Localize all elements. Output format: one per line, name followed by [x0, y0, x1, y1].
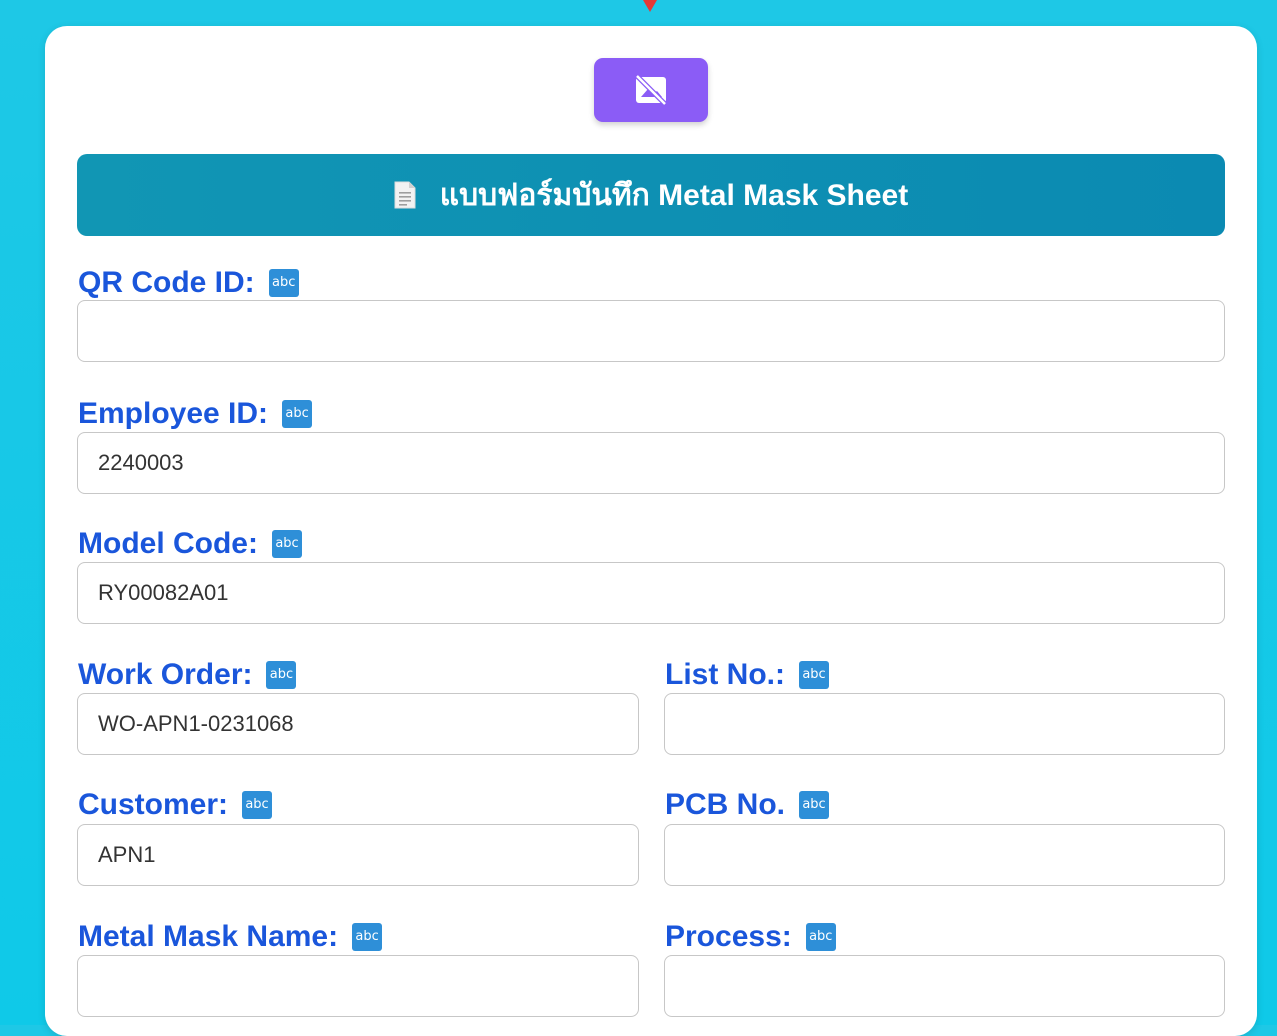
list-no-label: List No.: abc [665, 658, 829, 692]
employee-id-input[interactable] [77, 432, 1225, 494]
process-label: Process: abc [665, 920, 836, 954]
model-code-input[interactable] [77, 562, 1225, 624]
process-input[interactable] [664, 955, 1225, 1017]
text-type-badge-icon: abc [268, 269, 299, 297]
text-type-badge-icon: abc [352, 923, 383, 951]
text-type-badge-icon: abc [799, 661, 829, 689]
metal-mask-name-input[interactable] [77, 955, 639, 1017]
qr-code-id-input[interactable] [77, 300, 1225, 362]
employee-id-label: Employee ID: abc [78, 397, 313, 431]
pcb-no-label: PCB No. abc [665, 788, 829, 822]
video-off-icon [633, 73, 669, 107]
text-type-badge-icon: abc [282, 400, 313, 428]
text-type-badge-icon: abc [805, 923, 836, 951]
pcb-no-input[interactable] [664, 824, 1225, 886]
qr-code-id-label: QR Code ID: abc [78, 266, 299, 300]
form-header: แบบฟอร์มบันทึก Metal Mask Sheet [77, 154, 1225, 236]
work-order-input[interactable] [77, 693, 639, 755]
document-icon [394, 181, 416, 209]
model-code-label: Model Code: abc [78, 527, 302, 561]
work-order-label: Work Order: abc [78, 658, 297, 692]
camera-toggle-button[interactable] [594, 58, 708, 122]
form-title: แบบฟอร์มบันทึก Metal Mask Sheet [439, 178, 909, 212]
text-type-badge-icon: abc [266, 661, 297, 689]
metal-mask-name-label: Metal Mask Name: abc [78, 920, 383, 954]
customer-input[interactable] [77, 824, 639, 886]
scroll-indicator-marker [643, 0, 657, 12]
text-type-badge-icon: abc [799, 791, 829, 819]
text-type-badge-icon: abc [242, 791, 273, 819]
customer-label: Customer: abc [78, 788, 273, 822]
text-type-badge-icon: abc [272, 530, 302, 558]
list-no-input[interactable] [664, 693, 1225, 755]
